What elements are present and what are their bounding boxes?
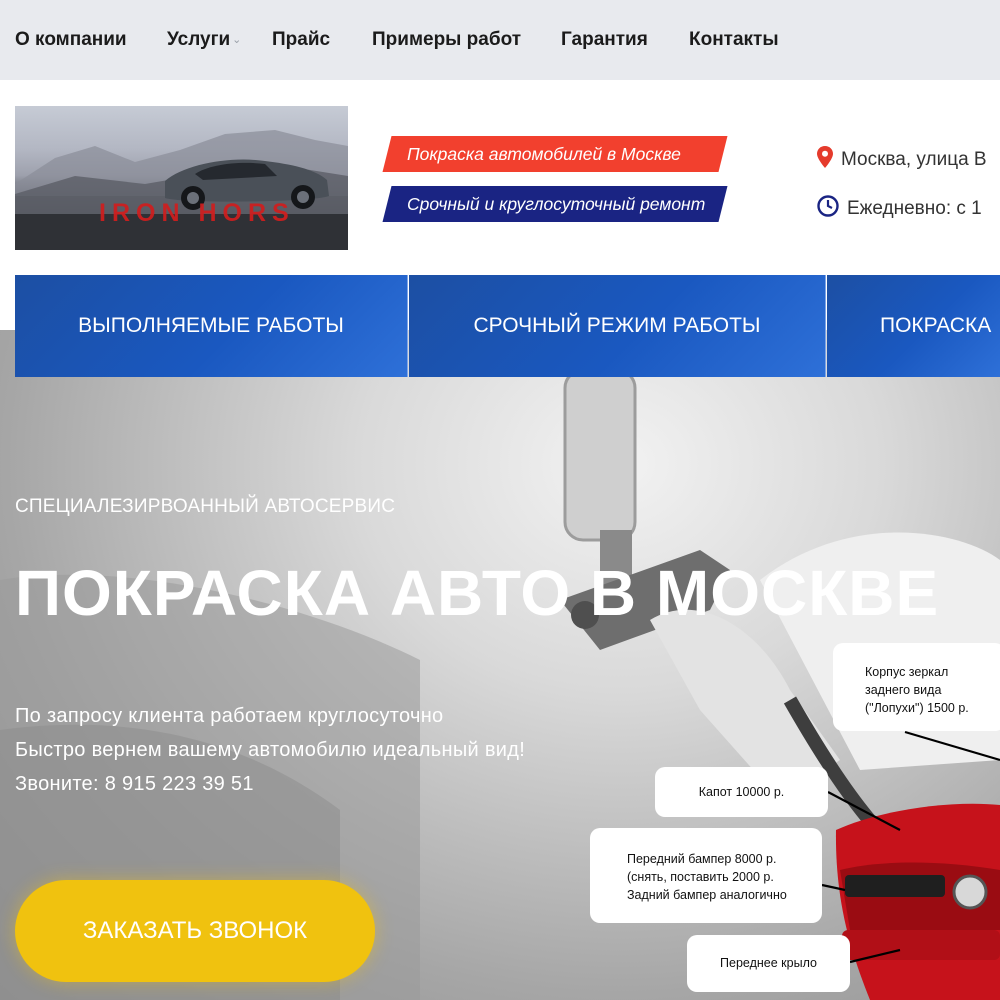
hero-text-line-2: Быстро вернем вашему автомобилю идеальны… [15,739,526,761]
tagline-urgent-repair: Срочный и круглосуточный ремонт [382,186,728,222]
callout-hood: Капот 10000 р. [655,767,828,817]
callout-mirror-line-2: заднего вида [865,683,942,697]
callout-mirror-line-3: ("Лопухи") 1500 р. [865,701,969,715]
callout-mirror-line-1: Корпус зеркал [865,665,949,679]
clock-icon [817,195,839,223]
logo-car-image [15,130,348,250]
tagline-painting-text: Покраска автомобилей в Москве [407,144,681,164]
hero-text-line-1: По запросу клиента работаем круглосуточн… [15,705,444,727]
chevron-down-icon: ⌄ [232,34,242,46]
top-navigation: О компании Услуги ⌄ Прайс Примеры работ Г… [0,0,1000,80]
contact-address: Москва, улица В [817,146,987,174]
nav-item-portfolio[interactable]: Примеры работ [372,29,521,51]
callout-bumper-line-2: (снять, поставить 2000 р. [627,870,774,884]
nav-item-services-label: Услуги [167,29,231,50]
nav-item-contacts[interactable]: Контакты [689,29,779,51]
nav-item-price[interactable]: Прайс [272,29,330,51]
menu-item-painting[interactable]: ПОКРАСКА [827,275,1000,377]
order-call-button[interactable]: ЗАКАЗАТЬ ЗВОНОК [15,880,375,982]
site-header: IRON HORS Покраска автомобилей в Москве … [0,80,1000,275]
callout-bumper-line-3: Задний бампер аналогично [627,888,787,902]
services-menu: ВЫПОЛНЯЕМЫЕ РАБОТЫ СРОЧНЫЙ РЕЖИМ РАБОТЫ … [15,275,1000,377]
nav-item-about[interactable]: О компании [15,29,127,51]
menu-item-urgent[interactable]: СРОЧНЫЙ РЕЖИМ РАБОТЫ [409,275,826,377]
hours-text: Ежедневно: с 1 [847,198,982,220]
contact-hours: Ежедневно: с 1 [817,195,982,223]
callout-bumper: Передний бампер 8000 р. (снять, поставит… [590,828,822,923]
callout-fender: Переднее крыло [687,935,850,992]
logo[interactable]: IRON HORS [15,106,348,250]
logo-text: IRON HORS [99,199,295,227]
hero-title: ПОКРАСКА АВТО В МОСКВЕ [15,557,940,629]
callout-mirror: Корпус зеркал заднего вида ("Лопухи") 15… [833,643,1000,731]
hero-subtitle: СПЕЦИАЛЕЗИРВОАННЫЙ АВТОСЕРВИС [15,496,396,517]
hero-phone-line: Звоните: 8 915 223 39 51 [15,773,254,795]
address-text: Москва, улица В [841,149,987,171]
callout-bumper-line-1: Передний бампер 8000 р. [627,852,777,866]
nav-item-warranty[interactable]: Гарантия [561,29,648,51]
nav-item-services[interactable]: Услуги ⌄ [167,29,241,51]
menu-item-works[interactable]: ВЫПОЛНЯЕМЫЕ РАБОТЫ [15,275,408,377]
tagline-painting: Покраска автомобилей в Москве [382,136,728,172]
tagline-urgent-repair-text: Срочный и круглосуточный ремонт [407,194,706,214]
map-pin-icon [817,146,833,174]
